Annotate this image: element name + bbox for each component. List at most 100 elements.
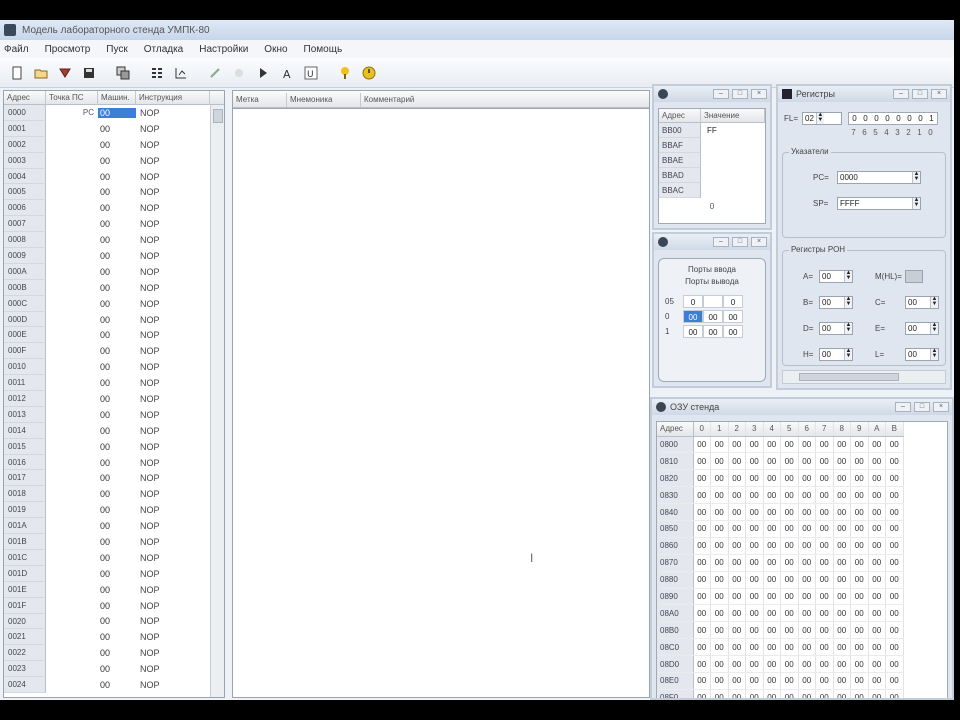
rom-code-cell[interactable]: 00 <box>98 156 136 166</box>
ram-cell[interactable]: 00 <box>833 503 851 521</box>
ram-cell[interactable]: 00 <box>710 436 729 454</box>
ram-cell[interactable]: 00 <box>798 571 816 589</box>
port-cell[interactable]: 0 <box>683 295 703 308</box>
ram-cell[interactable]: 00 <box>763 486 781 505</box>
ram-cell[interactable]: 00 <box>798 469 816 488</box>
rom-instruction-cell[interactable]: NOP <box>136 156 196 166</box>
ram-cell[interactable]: 00 <box>728 621 746 640</box>
register-input[interactable]: 00 ▲ ▼ <box>819 347 853 361</box>
ram-cell[interactable]: 00 <box>710 554 729 572</box>
rom-scrollbar[interactable] <box>210 105 224 697</box>
ram-cell[interactable]: 00 <box>833 604 851 623</box>
ram-cell[interactable]: 00 <box>868 537 886 555</box>
ram-col-header[interactable]: 0 <box>693 422 711 437</box>
ram-cell[interactable]: 00 <box>728 588 746 606</box>
ram-cell[interactable]: 00 <box>780 469 799 488</box>
save-icon[interactable] <box>78 62 100 84</box>
ram-cell[interactable]: 00 <box>868 655 886 673</box>
ram-cell[interactable]: 00 <box>780 571 799 589</box>
stack-value[interactable]: FF <box>701 126 751 135</box>
ram-cell[interactable]: 00 <box>885 672 904 690</box>
ram-cell[interactable]: 00 <box>885 655 904 673</box>
ram-cell[interactable]: 00 <box>868 689 886 698</box>
ram-cell[interactable]: 00 <box>693 604 711 623</box>
rom-code-cell[interactable]: 00 <box>98 442 136 452</box>
ram-cell[interactable]: 00 <box>745 436 764 454</box>
rom-col-instruction[interactable]: Инструкция <box>136 91 210 105</box>
ram-cell[interactable]: 00 <box>710 655 729 673</box>
ram-cell[interactable]: 00 <box>850 486 869 505</box>
rom-instruction-cell[interactable]: NOP <box>136 362 196 372</box>
ram-cell[interactable]: 00 <box>780 655 799 673</box>
maximize-button[interactable]: □ <box>732 89 748 99</box>
rom-scroll-thumb[interactable] <box>213 109 223 123</box>
run-icon[interactable] <box>252 62 274 84</box>
ram-cell[interactable]: 00 <box>780 689 799 698</box>
flag-bit[interactable]: 0 <box>849 113 860 124</box>
ram-col-header[interactable]: 4 <box>763 422 781 437</box>
table-row[interactable]: 0019 00 NOP <box>4 502 209 519</box>
table-row[interactable]: 001C 00 NOP <box>4 549 209 566</box>
ram-cell[interactable]: 00 <box>798 655 816 673</box>
maximize-button[interactable]: □ <box>914 402 930 412</box>
rom-code-cell[interactable]: 00 <box>98 315 136 325</box>
ram-cell[interactable]: 00 <box>745 486 764 505</box>
ram-col-header[interactable]: 7 <box>815 422 834 437</box>
port-cell[interactable]: 00 <box>723 325 743 338</box>
ram-cell[interactable]: 00 <box>850 571 869 589</box>
stack-col-address[interactable]: Адрес <box>659 108 701 123</box>
rom-code-cell[interactable]: 00 <box>98 330 136 340</box>
rom-code-cell[interactable]: 00 <box>98 505 136 515</box>
ram-cell[interactable]: 00 <box>850 537 869 555</box>
ram-cell[interactable]: 00 <box>798 537 816 555</box>
ram-cell[interactable]: 00 <box>780 486 799 505</box>
register-memory-box[interactable] <box>905 269 923 283</box>
ram-cell[interactable]: 00 <box>728 604 746 623</box>
ram-cell[interactable]: 00 <box>885 689 904 698</box>
ram-cell[interactable]: 00 <box>850 689 869 698</box>
ram-cell[interactable]: 00 <box>868 469 886 488</box>
ram-cell[interactable]: 00 <box>710 588 729 606</box>
ram-col-header[interactable]: 9 <box>850 422 869 437</box>
ram-cell[interactable]: 00 <box>780 503 799 521</box>
table-row[interactable]: 0013 00 NOP <box>4 406 209 423</box>
ram-cell[interactable]: 00 <box>728 452 746 471</box>
register-input[interactable]: 00 ▲ ▼ <box>905 321 939 335</box>
rom-instruction-cell[interactable]: NOP <box>136 394 196 404</box>
table-row[interactable]: 000A 00 NOP <box>4 263 209 280</box>
rom-code-cell[interactable]: 00 <box>98 124 136 134</box>
ram-cell[interactable]: 00 <box>833 520 851 538</box>
table-row[interactable]: 001E 00 NOP <box>4 581 209 598</box>
ram-cell[interactable]: 00 <box>728 469 746 488</box>
port-cell[interactable]: 00 <box>683 310 703 323</box>
rom-instruction-cell[interactable]: NOP <box>136 346 196 356</box>
code-editor[interactable]: I <box>232 108 650 698</box>
register-input[interactable]: 00 ▲ ▼ <box>819 269 853 283</box>
ram-cell[interactable]: 00 <box>710 469 729 488</box>
ram-cell[interactable]: 00 <box>798 604 816 623</box>
editor-col-mnemonic[interactable]: Мнемоника <box>287 92 361 107</box>
rom-instruction-cell[interactable]: NOP <box>136 585 196 595</box>
rom-code-cell[interactable]: 00 <box>98 203 136 213</box>
ram-cell[interactable]: 00 <box>868 554 886 572</box>
blank-icon[interactable] <box>228 62 250 84</box>
rom-code-cell[interactable]: 00 <box>98 458 136 468</box>
ram-col-header[interactable]: 3 <box>745 422 764 437</box>
ram-cell[interactable]: 00 <box>745 655 764 673</box>
ram-col-header[interactable]: 8 <box>833 422 851 437</box>
ram-cell[interactable]: 00 <box>693 571 711 589</box>
table-row[interactable]: 0014 00 NOP <box>4 422 209 439</box>
ram-cell[interactable]: 00 <box>798 554 816 572</box>
register-spin-arrows[interactable]: ▲ ▼ <box>930 296 938 308</box>
ram-cell[interactable]: 00 <box>868 621 886 640</box>
rom-code-cell[interactable]: 00 <box>98 601 136 611</box>
ram-cell[interactable]: 00 <box>868 604 886 623</box>
rom-instruction-cell[interactable]: NOP <box>136 203 196 213</box>
menu-settings[interactable]: Настройки <box>199 44 248 55</box>
ram-cell[interactable]: 00 <box>850 436 869 454</box>
rom-instruction-cell[interactable]: NOP <box>136 426 196 436</box>
rom-instruction-cell[interactable]: NOP <box>136 187 196 197</box>
rom-code-cell[interactable]: 00 <box>98 553 136 563</box>
rom-instruction-cell[interactable]: NOP <box>136 489 196 499</box>
ram-cell[interactable]: 00 <box>868 436 886 454</box>
